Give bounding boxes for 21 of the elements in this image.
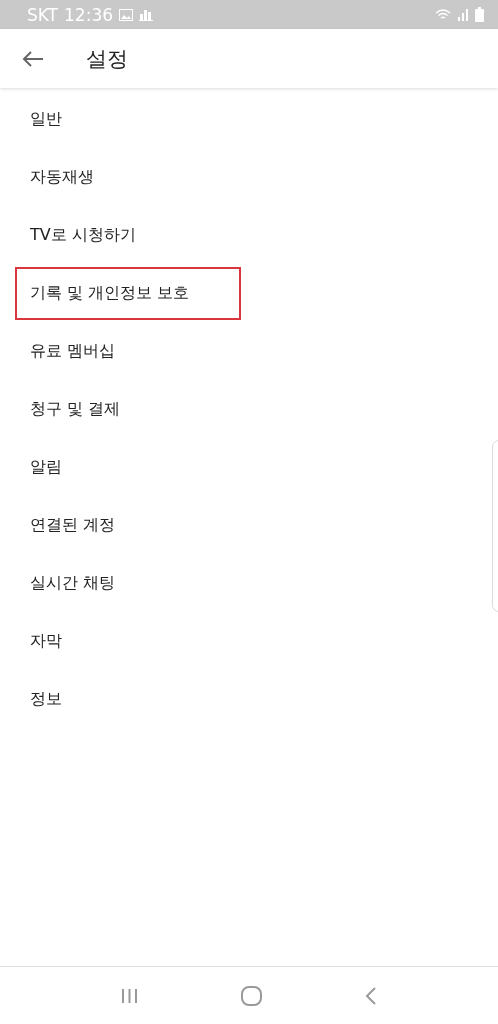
settings-item[interactable]: 자막 xyxy=(30,630,62,652)
signal-icon xyxy=(457,8,469,21)
image-icon xyxy=(119,8,133,21)
battery-icon xyxy=(475,7,484,22)
home-icon[interactable] xyxy=(241,985,262,1006)
wifi-icon xyxy=(435,8,451,21)
settings-item[interactable]: 연결된 계정 xyxy=(30,514,116,536)
back-arrow-icon[interactable] xyxy=(22,49,44,68)
page-title: 설정 xyxy=(86,45,128,73)
settings-item[interactable]: 자동재생 xyxy=(30,166,94,188)
settings-item[interactable]: TV로 시청하기 xyxy=(30,224,136,246)
settings-item[interactable]: 일반 xyxy=(30,108,62,130)
settings-item[interactable]: 청구 및 결제 xyxy=(30,398,121,420)
settings-item[interactable]: 정보 xyxy=(30,688,62,710)
back-icon[interactable] xyxy=(364,985,377,1006)
chart-icon xyxy=(139,8,153,21)
settings-item[interactable]: 실시간 채팅 xyxy=(30,572,116,594)
recent-apps-icon[interactable] xyxy=(121,987,139,1004)
settings-item[interactable]: 알림 xyxy=(30,456,62,478)
settings-item[interactable]: 기록 및 개인정보 보호 xyxy=(15,266,242,320)
settings-item[interactable]: 유료 멤버십 xyxy=(30,340,116,362)
